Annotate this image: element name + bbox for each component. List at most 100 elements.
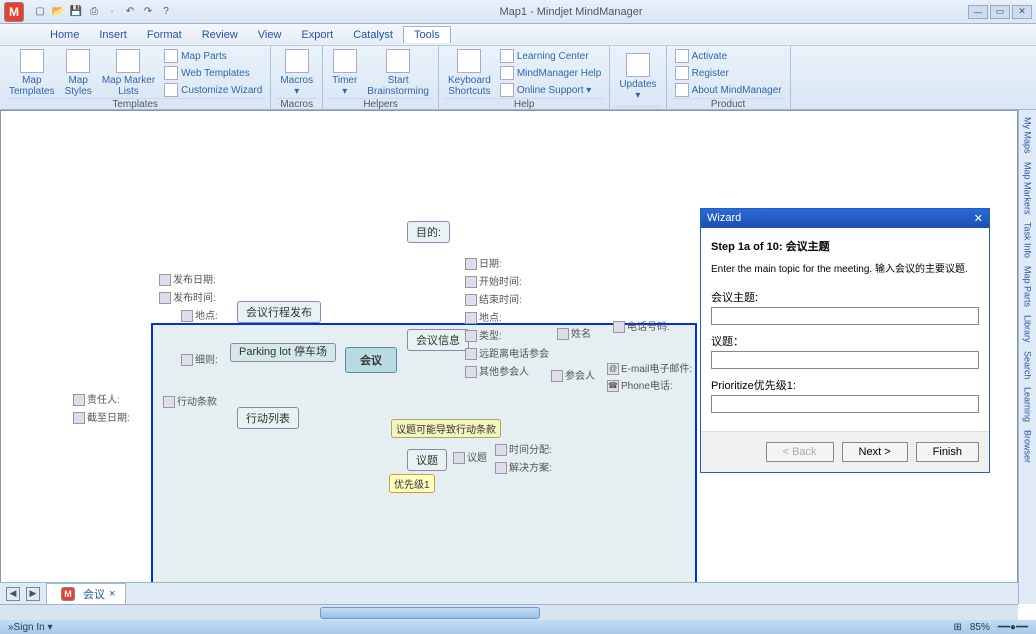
node-label[interactable]: 发布日期: — [157, 271, 218, 286]
doc-tab[interactable]: M 会议 × — [46, 583, 126, 604]
side-tab-browser[interactable]: Browser — [1022, 427, 1034, 466]
side-tab-task-info[interactable]: Task Info — [1022, 219, 1034, 261]
topic-label[interactable]: 时间分配: — [493, 441, 554, 456]
ribbon-btn[interactable]: Map Templates — [6, 48, 58, 98]
node-agenda[interactable]: 会议行程发布 — [237, 301, 321, 323]
ribbon-icon — [457, 49, 481, 73]
node-label[interactable]: 责任人: — [71, 391, 122, 406]
info-label[interactable]: 其他参会人 — [463, 363, 531, 378]
menu-view[interactable]: View — [248, 27, 292, 43]
side-tab-map-markers[interactable]: Map Markers — [1022, 159, 1034, 218]
wizard-titlebar[interactable]: Wizard ✕ — [701, 209, 989, 228]
node-label[interactable]: 发布时间: — [157, 289, 218, 304]
wizard-field-input-1[interactable] — [711, 351, 979, 369]
node-label[interactable]: 地点: — [179, 307, 220, 322]
ribbon-btn-sm[interactable]: MindManager Help — [498, 65, 604, 81]
info-label[interactable]: 地点: — [463, 309, 504, 324]
tab-next-icon[interactable]: ▶ — [26, 587, 40, 601]
close-button[interactable]: ✕ — [1012, 5, 1032, 19]
status-zoom[interactable]: 85% — [970, 622, 990, 633]
topic-label[interactable]: 议题 — [451, 449, 489, 464]
ribbon-btn[interactable]: Map Marker Lists — [99, 48, 158, 98]
wizard-next-button[interactable]: Next > — [842, 442, 908, 462]
info-label[interactable]: 结束时间: — [463, 291, 524, 306]
menu-bar: HomeInsertFormatReviewViewExportCatalyst… — [0, 24, 1036, 46]
menu-export[interactable]: Export — [291, 27, 343, 43]
node-label[interactable]: 截至日期: — [71, 409, 132, 424]
status-view-icon[interactable]: ⊞ — [953, 622, 961, 633]
status-zoom-slider[interactable]: ━━●━━ — [998, 622, 1028, 633]
doc-tab-label: 会议 — [83, 586, 105, 602]
ribbon-group-product: ActivateRegisterAbout MindManagerProduct — [667, 46, 791, 109]
ribbon-icon — [500, 66, 514, 80]
side-tab-map-parts[interactable]: Map Parts — [1022, 263, 1034, 310]
node-label[interactable]: 行动条款 — [161, 393, 219, 408]
horizontal-scrollbar[interactable] — [0, 604, 1018, 620]
side-tab-library[interactable]: Library — [1022, 312, 1034, 346]
ribbon-btn[interactable]: Map Styles — [62, 48, 95, 98]
menu-review[interactable]: Review — [192, 27, 248, 43]
label-attendee: 参会人 — [549, 367, 597, 382]
menu-tools[interactable]: Tools — [403, 26, 451, 43]
ribbon-btn-sm[interactable]: Learning Center — [498, 48, 604, 64]
info-label[interactable]: 开始时间: — [463, 273, 524, 288]
ribbon-group-label — [616, 106, 659, 107]
ribbon-btn[interactable]: Macros ▾ — [277, 48, 316, 98]
ribbon-icon — [66, 49, 90, 73]
node-main[interactable]: 会议 — [345, 347, 397, 373]
ribbon-btn[interactable]: Start Brainstorming — [364, 48, 432, 98]
info-label[interactable]: 日期: — [463, 255, 504, 270]
topic-label[interactable]: 解决方案: — [493, 459, 554, 474]
ribbon-btn-sm[interactable]: About MindManager — [673, 82, 784, 98]
scrollbar-thumb[interactable] — [320, 607, 540, 619]
wizard-step: Step 1a of 10: 会议主题 — [711, 238, 979, 254]
ribbon-btn[interactable]: Timer ▾ — [329, 48, 360, 98]
wizard-finish-button[interactable]: Finish — [916, 442, 979, 462]
node-parking[interactable]: Parking lot 停车场 — [230, 343, 336, 362]
side-tab-my-maps[interactable]: My Maps — [1022, 114, 1034, 157]
ribbon-btn-sm[interactable]: Web Templates — [162, 65, 264, 81]
side-tab-search[interactable]: Search — [1022, 348, 1034, 383]
qat-undo-icon[interactable]: ↶ — [122, 4, 138, 20]
wizard-close-icon[interactable]: ✕ — [974, 212, 983, 225]
ribbon-btn-sm[interactable]: Map Parts — [162, 48, 264, 64]
quick-access-toolbar: ▢ 📂 💾 ⎙ · ↶ ↷ ? — [32, 4, 174, 20]
maximize-button[interactable]: ▭ — [990, 5, 1010, 19]
qat-open-icon[interactable]: 📂 — [50, 4, 66, 20]
info-label[interactable]: 类型: — [463, 327, 504, 342]
wizard-field-input-0[interactable] — [711, 307, 979, 325]
status-signin[interactable]: »Sign In ▾ — [8, 622, 53, 633]
node-action-list[interactable]: 行动列表 — [237, 407, 299, 429]
qat-new-icon[interactable]: ▢ — [32, 4, 48, 20]
ribbon-btn[interactable]: Updates ▾ — [616, 52, 659, 102]
node-topic-box[interactable]: 议题 — [407, 449, 447, 471]
node-hint[interactable]: 议题可能导致行动条款 — [391, 419, 501, 438]
qat-print-icon[interactable]: ⎙ — [86, 4, 102, 20]
label-email: @E-mail电子邮件: — [605, 360, 694, 375]
menu-format[interactable]: Format — [137, 27, 192, 43]
ribbon-btn-sm[interactable]: Online Support ▾ — [498, 82, 604, 98]
node-label[interactable]: 细则: — [179, 351, 220, 366]
tab-prev-icon[interactable]: ◀ — [6, 587, 20, 601]
ribbon-btn[interactable]: Keyboard Shortcuts — [445, 48, 494, 98]
wizard-field-label: 会议主题: — [711, 289, 979, 305]
wizard-instruction: Enter the main topic for the meeting. 输入… — [711, 260, 979, 275]
node-purpose[interactable]: 目的: — [407, 221, 450, 243]
qat-save-icon[interactable]: 💾 — [68, 4, 84, 20]
ribbon-btn-sm[interactable]: Register — [673, 65, 784, 81]
side-tab-learning[interactable]: Learning — [1022, 384, 1034, 425]
node-priority[interactable]: 优先级1 — [389, 474, 435, 493]
ribbon-btn-sm[interactable]: Activate — [673, 48, 784, 64]
qat-help-icon[interactable]: ? — [158, 4, 174, 20]
wizard-field-input-2[interactable] — [711, 395, 979, 413]
menu-insert[interactable]: Insert — [89, 27, 137, 43]
menu-home[interactable]: Home — [40, 27, 89, 43]
info-label[interactable]: 远距离电话参会 — [463, 345, 551, 360]
ribbon-btn-sm[interactable]: Customize Wizard — [162, 82, 264, 98]
doc-tab-close-icon[interactable]: × — [109, 588, 115, 600]
node-info[interactable]: 会议信息 — [407, 329, 469, 351]
menu-catalyst[interactable]: Catalyst — [343, 27, 403, 43]
wizard-field-label: 议题： — [711, 333, 979, 349]
qat-redo-icon[interactable]: ↷ — [140, 4, 156, 20]
minimize-button[interactable]: — — [968, 5, 988, 19]
